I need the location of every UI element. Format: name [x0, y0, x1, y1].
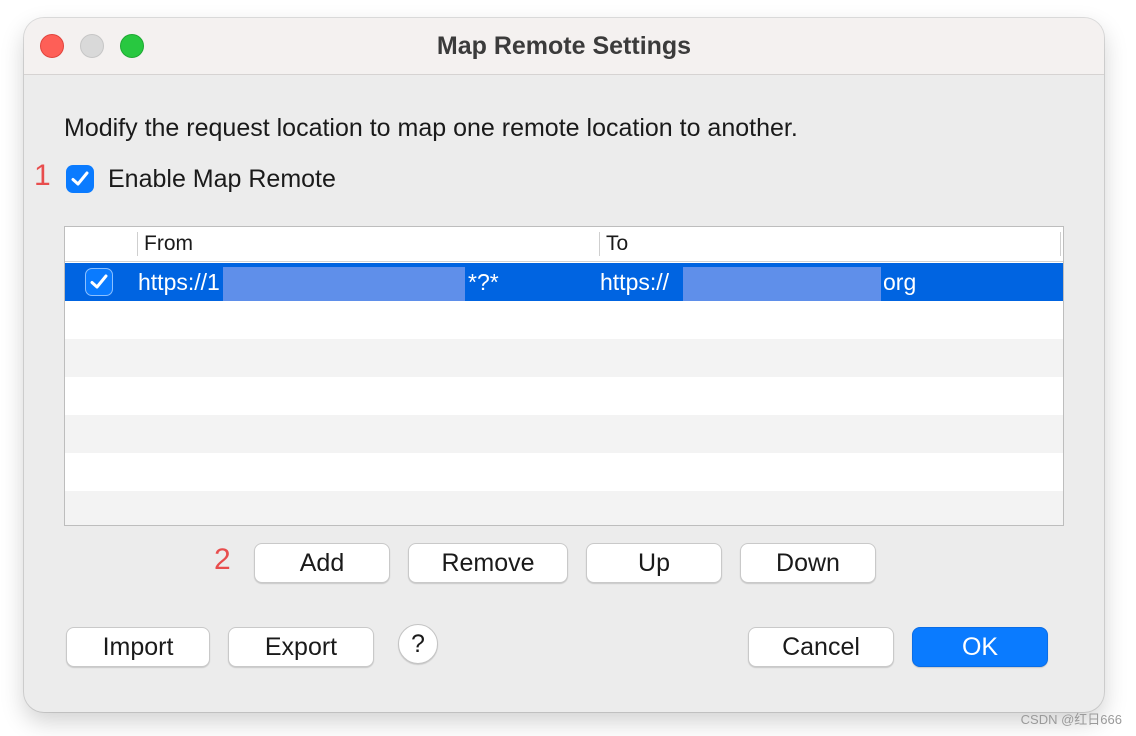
from-url-prefix: https://1 — [138, 269, 220, 295]
move-up-button[interactable]: Up — [586, 543, 722, 583]
checkmark-icon — [90, 274, 108, 289]
table-header: From To — [65, 227, 1063, 262]
watermark: CSDN @红日666 — [1020, 712, 1122, 727]
ok-button[interactable]: OK — [912, 627, 1048, 667]
help-button[interactable]: ? — [398, 624, 438, 664]
checkmark-icon — [71, 171, 89, 186]
table-row-empty — [65, 377, 1063, 415]
move-down-button[interactable]: Down — [740, 543, 876, 583]
import-button[interactable]: Import — [66, 627, 210, 667]
add-button[interactable]: Add — [254, 543, 390, 583]
row-enabled-checkbox[interactable] — [85, 268, 113, 296]
map-remote-settings-window: Map Remote Settings Modify the request l… — [24, 18, 1104, 712]
table-row[interactable]: https://1 *?* https:// org — [65, 263, 1063, 301]
table-row-empty — [65, 301, 1063, 339]
column-separator — [137, 232, 138, 256]
remove-button[interactable]: Remove — [408, 543, 568, 583]
redacted-to-url — [683, 267, 881, 301]
table-row-empty — [65, 453, 1063, 491]
from-url-suffix: *?* — [468, 269, 499, 295]
enable-map-remote-checkbox[interactable] — [66, 165, 94, 193]
redacted-from-url — [223, 267, 465, 301]
mappings-table[interactable]: From To https://1 *?* https:// org — [64, 226, 1064, 526]
column-header-to[interactable]: To — [606, 227, 628, 261]
annotation-marker-1: 1 — [34, 159, 51, 192]
window-title: Map Remote Settings — [436, 32, 692, 60]
table-row-empty — [65, 491, 1063, 525]
enable-map-remote-label[interactable]: Enable Map Remote — [108, 164, 336, 194]
column-separator — [1060, 232, 1061, 256]
title-bar: Map Remote Settings — [24, 18, 1104, 75]
column-header-from[interactable]: From — [144, 227, 193, 261]
column-separator — [599, 232, 600, 256]
to-url-prefix: https:// — [600, 269, 670, 295]
description-text: Modify the request location to map one r… — [64, 114, 798, 142]
annotation-marker-2: 2 — [214, 543, 231, 576]
table-row-empty — [65, 339, 1063, 377]
to-url-suffix: org — [883, 269, 917, 295]
cancel-button[interactable]: Cancel — [748, 627, 894, 667]
export-button[interactable]: Export — [228, 627, 374, 667]
table-row-empty — [65, 415, 1063, 453]
